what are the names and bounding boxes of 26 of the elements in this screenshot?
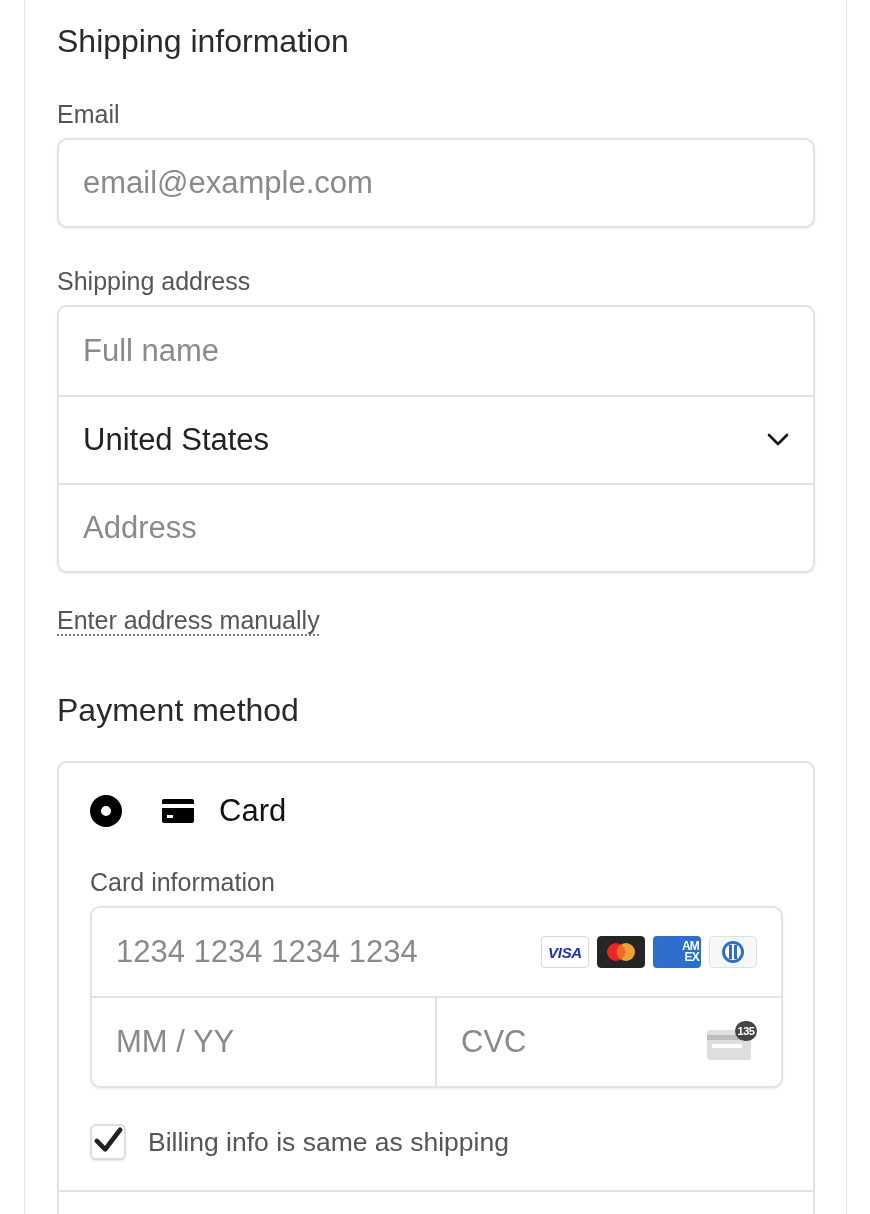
chevron-down-icon <box>767 433 789 447</box>
visa-logo: VISA <box>541 936 589 968</box>
section-heading: Shipping information <box>57 22 349 60</box>
field-label: Email <box>57 99 120 129</box>
overlapping-circles-icon <box>597 936 645 968</box>
section-heading: Payment method <box>57 691 299 729</box>
checkbox[interactable] <box>90 1124 126 1160</box>
cvc-field[interactable]: CVC <box>437 998 707 1086</box>
card-input-group[interactable]: 1234 1234 1234 1234 VISA AM EX MM / YY CVC 135 <box>90 906 783 1088</box>
field-label: Shipping address <box>57 266 251 296</box>
radio-button[interactable] <box>90 795 122 827</box>
country-select[interactable]: United States <box>59 395 813 483</box>
address-input-field[interactable]: Address <box>59 483 813 571</box>
payment-method-label: Card <box>219 793 287 829</box>
expiry-field[interactable]: MM / YY <box>92 998 437 1086</box>
cvc-badge: 135 <box>735 1021 757 1041</box>
check-icon <box>92 1126 124 1154</box>
address-input-field[interactable]: Full name <box>59 307 813 395</box>
amex-logo: AM EX <box>653 936 701 968</box>
address-field-group[interactable]: Full name United States Address <box>57 305 815 573</box>
card-number-field[interactable]: 1234 1234 1234 1234 <box>92 908 541 996</box>
email-field[interactable]: email@example.com <box>57 138 815 228</box>
checkbox-label: Billing info is same as shipping <box>148 1126 509 1158</box>
credit-card-icon <box>162 799 194 823</box>
manual-address-link[interactable]: Enter address manually <box>57 605 320 635</box>
field-label: Card information <box>90 867 275 897</box>
